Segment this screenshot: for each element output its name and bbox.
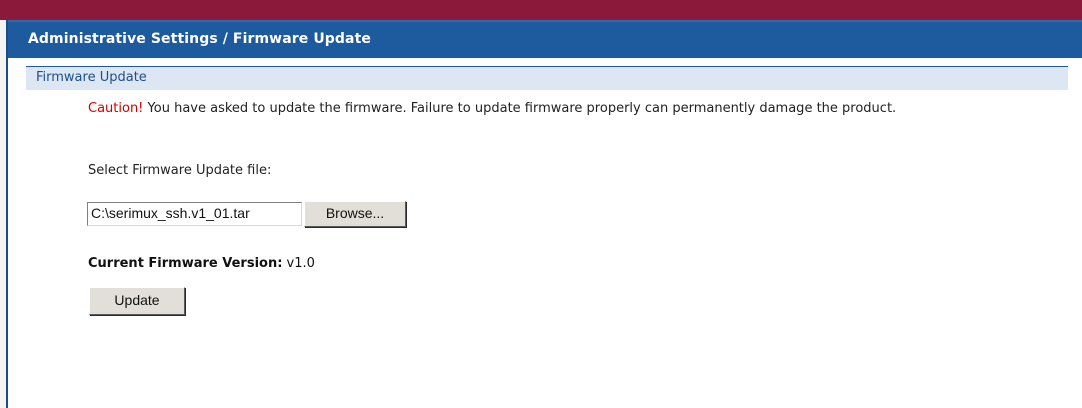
update-button[interactable]: Update — [89, 287, 185, 315]
page-header: Administrative Settings / Firmware Updat… — [8, 20, 1082, 58]
current-version-label: Current Firmware Version: — [88, 256, 283, 271]
main-content: Firmware Update Caution! You have asked … — [8, 58, 1082, 408]
firmware-update-page: Administrative Settings / Firmware Updat… — [0, 0, 1082, 408]
page-title: Administrative Settings / Firmware Updat… — [28, 31, 371, 47]
top-brand-stripe — [0, 0, 1082, 20]
select-file-label: Select Firmware Update file: — [88, 163, 272, 178]
caution-label: Caution! — [88, 101, 144, 116]
current-version-value: v1.0 — [282, 256, 315, 271]
caution-text: You have asked to update the firmware. F… — [143, 101, 897, 116]
browse-button[interactable]: Browse... — [304, 201, 406, 227]
section-title: Firmware Update — [36, 70, 147, 85]
section-header: Firmware Update — [26, 66, 1068, 90]
caution-message: Caution! You have asked to update the fi… — [88, 101, 1018, 116]
firmware-file-input[interactable]: C:\serimux_ssh.v1_01.tar — [87, 202, 302, 226]
current-version-row: Current Firmware Version: v1.0 — [88, 256, 315, 271]
